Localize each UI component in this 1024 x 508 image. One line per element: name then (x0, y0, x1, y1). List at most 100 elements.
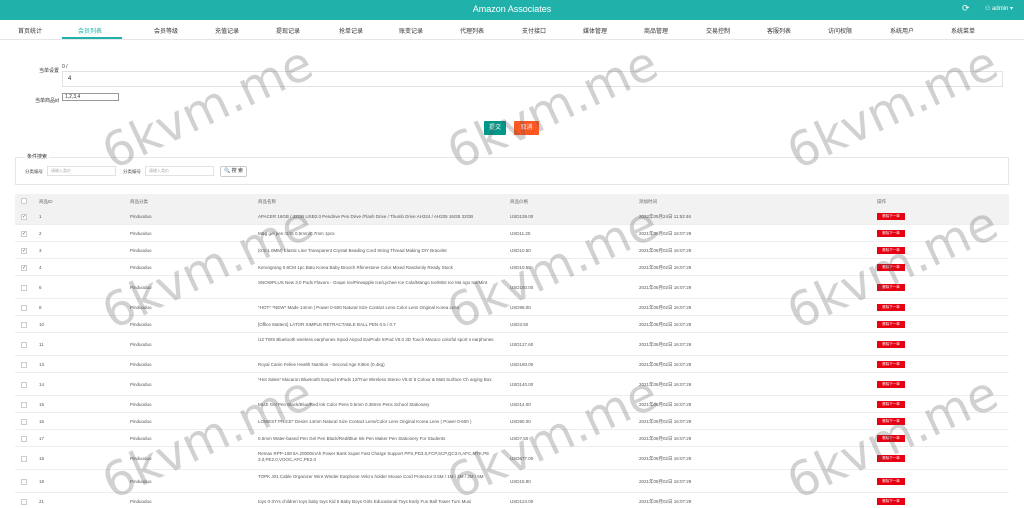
table-row[interactable]: ✓ 2 Pinduoduo M&g gel pen r2/r5 0.5mm/0.7mm… (15, 225, 1009, 242)
row-checkbox[interactable] (21, 285, 27, 291)
refresh-icon[interactable]: ⟳ (962, 3, 970, 14)
cell-time: 2021年08月02日 16:07:29 (639, 382, 692, 387)
search-button[interactable]: 🔍 搜 索 (220, 166, 247, 177)
row-checkbox[interactable] (21, 382, 27, 388)
tab-3[interactable]: 充值记录 (215, 26, 239, 35)
tab-7[interactable]: 代理列表 (460, 26, 484, 35)
row-checkbox[interactable]: ✓ (21, 214, 27, 220)
tab-8[interactable]: 支付接口 (522, 26, 546, 35)
tab-2[interactable]: 会员等级 (154, 26, 178, 35)
next-order-button[interactable]: 删除下一单 (877, 247, 905, 254)
user-menu[interactable]: ⚇ admin ▾ (985, 5, 1013, 12)
next-order-button[interactable]: 删除下一单 (877, 213, 905, 220)
cell-time: 2021年08月02日 16:07:29 (639, 499, 692, 504)
th-time: 添加时间 (639, 199, 657, 204)
cell-price: USD11.20 (510, 231, 531, 236)
next-order-button[interactable]: 删除下一单 (877, 455, 905, 462)
tab-12[interactable]: 客服列表 (767, 26, 791, 35)
table-row[interactable]: ✓ 1 Pinduoduo APACER 16GB / 32GB USB2.0 Pen… (15, 208, 1009, 225)
next-order-button[interactable]: 删除下一单 (877, 435, 905, 442)
table-row[interactable]: ✓ 4 Pinduoduo Kerongrang 0.8CM 1pc Batu Kor… (15, 259, 1009, 276)
top-header: Amazon Associates ⟳ ⚇ admin ▾ (0, 0, 1024, 20)
next-order-button[interactable]: 删除下一单 (877, 264, 905, 271)
row-checkbox[interactable] (21, 402, 27, 408)
row-checkbox[interactable] (21, 362, 27, 368)
next-order-button[interactable]: 删除下一单 (877, 284, 905, 291)
select-all-checkbox[interactable] (21, 198, 27, 204)
table-row[interactable]: 13 Pinduoduo Royal Canin Feline Health Nut… (15, 356, 1009, 373)
tab-0[interactable]: 首页统计 (18, 26, 42, 35)
cell-category: Pinduoduo (130, 402, 152, 407)
tab-5[interactable]: 抢单记录 (339, 26, 363, 35)
cell-category: Pinduoduo (130, 382, 152, 387)
table-row[interactable]: ✓ 3 Pinduoduo (0.5-1.0MM) Elastic Line Tran… (15, 242, 1009, 259)
search-input-2[interactable]: 请输入类价 (145, 166, 214, 176)
next-order-button[interactable]: 删除下一单 (877, 361, 905, 368)
row-checkbox[interactable]: ✓ (21, 231, 27, 237)
cell-name: [Office Matters] LATOR SIMPLE RETRACTABL… (258, 322, 396, 327)
tab-13[interactable]: 访问权限 (828, 26, 852, 35)
row-checkbox[interactable] (21, 436, 27, 442)
table-row[interactable]: 21 Pinduoduo toys 0-3Yrs children toys bab… (15, 493, 1009, 508)
app-title: Amazon Associates (472, 4, 552, 14)
cell-id: 13 (39, 362, 45, 367)
next-order-button[interactable]: 删除下一单 (877, 418, 905, 425)
table-row[interactable]: 15 Pinduoduo MUJI Gel Pen Black/Blue/Red I… (15, 396, 1009, 413)
table-row[interactable]: 10 Pinduoduo [Office Matters] LATOR SIMPLE… (15, 316, 1009, 333)
search-input-1[interactable]: 请输入类价 (47, 166, 116, 176)
next-order-button[interactable]: 删除下一单 (877, 230, 905, 237)
tab-14[interactable]: 系统用户 (890, 26, 914, 35)
cell-category: Pinduoduo (130, 322, 152, 327)
next-order-button[interactable]: 删除下一单 (877, 498, 905, 505)
cell-time: 2021年08月02日 16:07:29 (639, 402, 692, 407)
main-nav: 首页统计 会员列表 会员等级 充值记录 提现记录 抢单记录 账变记录 代理列表 支付接口 媒体管理… (0, 20, 1024, 40)
field2-label: 当单商品id (35, 98, 59, 104)
order-setting-value: 4 (68, 76, 72, 82)
tab-6[interactable]: 账变记录 (399, 26, 423, 35)
th-id: 商品ID (39, 199, 53, 204)
table-row[interactable]: 11 Pinduoduo i12 TWS Bluetooth wireless ea… (15, 333, 1009, 356)
submit-button[interactable]: 提交 (484, 121, 506, 135)
cell-price: USD677.00 (510, 456, 534, 461)
row-checkbox[interactable]: ✓ (21, 265, 27, 271)
row-checkbox[interactable] (21, 456, 27, 462)
table-row[interactable]: 6 Pinduoduo SNOWPLUS New 3.0 Pods Flavors … (15, 276, 1009, 299)
row-checkbox[interactable] (21, 322, 27, 328)
next-order-button[interactable]: 删除下一单 (877, 341, 905, 348)
next-order-button[interactable]: 删除下一单 (877, 401, 905, 408)
cell-category: Pinduoduo (130, 214, 152, 219)
next-order-button[interactable]: 删除下一单 (877, 478, 905, 485)
cell-price: USD90.00 (510, 419, 531, 424)
tab-15[interactable]: 系统菜单 (951, 26, 975, 35)
tab-4[interactable]: 提现记录 (276, 26, 300, 35)
table-row[interactable]: 18 Pinduoduo Remax RPP-108 5A 20000mAh Pow… (15, 447, 1009, 470)
next-order-button[interactable]: 删除下一单 (877, 321, 905, 328)
table-row[interactable]: 8 Pinduoduo *HOT* *NEW* Made 14mm | Power … (15, 299, 1009, 316)
tab-11[interactable]: 交易控制 (706, 26, 730, 35)
next-order-button[interactable]: 删除下一单 (877, 381, 905, 388)
field1-hint: 0 / (62, 64, 68, 70)
next-order-button[interactable]: 删除下一单 (877, 304, 905, 311)
row-checkbox[interactable] (21, 479, 27, 485)
tab-1[interactable]: 会员列表 (78, 26, 102, 35)
order-setting-input[interactable]: 4 (62, 71, 1003, 87)
table-row[interactable]: 14 Pinduoduo *Hot Sales* Macaron Bluetooth… (15, 373, 1009, 396)
cell-category: Pinduoduo (130, 362, 152, 367)
row-checkbox[interactable] (21, 419, 27, 425)
cell-price: USD10.50 (510, 265, 531, 270)
cancel-button[interactable]: 取消 (514, 121, 539, 135)
row-checkbox[interactable] (21, 499, 27, 505)
table-row[interactable]: 16 Pinduoduo LOWEST PRICE* Desire 14mm Nat… (15, 413, 1009, 430)
product-ids-input[interactable]: 1,2,3,4 (62, 93, 119, 101)
row-checkbox[interactable] (21, 342, 27, 348)
cell-name: toys 0-3Yrs children toys baby toys Kid … (258, 499, 472, 504)
row-checkbox[interactable]: ✓ (21, 248, 27, 254)
tab-9[interactable]: 媒体管理 (583, 26, 607, 35)
tab-10[interactable]: 商品管理 (644, 26, 668, 35)
row-checkbox[interactable] (21, 305, 27, 311)
field1-label: 当单设置 (39, 68, 60, 74)
table-row[interactable]: 19 Pinduoduo TOPK J01 Cable Organizer Wire… (15, 470, 1009, 493)
th-action: 操作 (877, 199, 886, 204)
table-row[interactable]: 17 Pinduoduo 0.5mm Water-based Pen Gel Pen… (15, 430, 1009, 447)
cell-id: 18 (39, 456, 45, 461)
